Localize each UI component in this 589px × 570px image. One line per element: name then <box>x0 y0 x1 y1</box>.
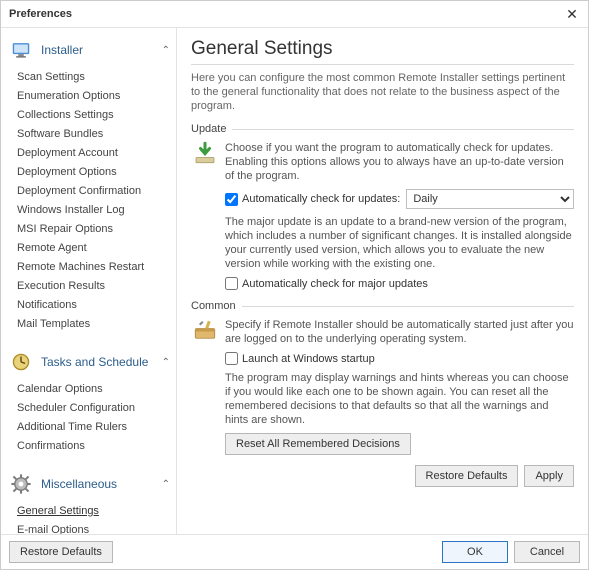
sidebar-item-remote-machines-restart[interactable]: Remote Machines Restart <box>15 258 176 277</box>
download-icon <box>193 141 217 165</box>
sidebar-item-deployment-options[interactable]: Deployment Options <box>15 163 176 182</box>
sidebar-item-additional-time-rulers[interactable]: Additional Time Rulers <box>15 418 176 437</box>
sidebar-item-remote-agent[interactable]: Remote Agent <box>15 239 176 258</box>
sidebar-items-installer: Scan Settings Enumeration Options Collec… <box>1 66 176 338</box>
group-common: Common Specify if Remote Installer shoul… <box>191 300 574 455</box>
launch-startup-checkbox[interactable] <box>225 352 238 365</box>
sidebar-item-msi-repair-options[interactable]: MSI Repair Options <box>15 220 176 239</box>
sidebar-header-misc[interactable]: Miscellaneous ⌃ <box>1 466 176 500</box>
sidebar-item-scheduler-configuration[interactable]: Scheduler Configuration <box>15 399 176 418</box>
page-intro: Here you can configure the most common R… <box>191 71 574 113</box>
cancel-button[interactable]: Cancel <box>514 541 580 563</box>
sidebar-section-installer: Installer ⌃ Scan Settings Enumeration Op… <box>1 32 176 338</box>
sidebar-items-tasks: Calendar Options Scheduler Configuration… <box>1 378 176 460</box>
sidebar-item-general-settings[interactable]: General Settings <box>15 502 176 521</box>
sidebar-section-misc: Miscellaneous ⌃ General Settings E-mail … <box>1 466 176 534</box>
sidebar-item-software-bundles[interactable]: Software Bundles <box>15 125 176 144</box>
sidebar-item-collections-settings[interactable]: Collections Settings <box>15 106 176 125</box>
warnings-desc: The program may display warnings and hin… <box>225 371 574 427</box>
sidebar-item-notifications[interactable]: Notifications <box>15 296 176 315</box>
reset-decisions-button[interactable]: Reset All Remembered Decisions <box>225 433 411 455</box>
sidebar-header-label: Installer <box>41 43 162 57</box>
auto-check-major-label: Automatically check for major updates <box>242 278 428 290</box>
group-title-label: Common <box>191 300 236 312</box>
divider <box>242 306 574 307</box>
sidebar-item-enumeration-options[interactable]: Enumeration Options <box>15 87 176 106</box>
tools-icon <box>193 318 217 342</box>
sidebar-item-windows-installer-log[interactable]: Windows Installer Log <box>15 201 176 220</box>
close-icon[interactable]: ✕ <box>562 6 582 23</box>
main-panel: General Settings Here you can configure … <box>177 28 588 534</box>
preferences-window: Preferences ✕ Installer ⌃ Scan Settings … <box>0 0 589 570</box>
window-body: Installer ⌃ Scan Settings Enumeration Op… <box>1 28 588 534</box>
sidebar-section-tasks: Tasks and Schedule ⌃ Calendar Options Sc… <box>1 344 176 460</box>
sidebar-item-email-options[interactable]: E-mail Options <box>15 521 176 534</box>
window-title: Preferences <box>9 8 72 20</box>
chevron-up-icon: ⌃ <box>162 357 170 368</box>
page-title: General Settings <box>191 38 574 65</box>
installer-icon <box>9 38 33 62</box>
auto-major-row: Automatically check for major updates <box>225 277 574 290</box>
restore-defaults-button[interactable]: Restore Defaults <box>415 465 519 487</box>
content: General Settings Here you can configure … <box>177 28 588 534</box>
sidebar-item-deployment-confirmation[interactable]: Deployment Confirmation <box>15 182 176 201</box>
sidebar-item-mail-templates[interactable]: Mail Templates <box>15 315 176 334</box>
group-intro-update: Choose if you want the program to automa… <box>225 141 574 183</box>
footer: Restore Defaults OK Cancel <box>1 535 588 569</box>
sidebar-header-installer[interactable]: Installer ⌃ <box>1 32 176 66</box>
sidebar-header-label: Miscellaneous <box>41 477 162 491</box>
sidebar-restore-defaults-button[interactable]: Restore Defaults <box>9 541 113 563</box>
sidebar: Installer ⌃ Scan Settings Enumeration Op… <box>1 28 177 534</box>
sidebar-item-confirmations[interactable]: Confirmations <box>15 437 176 456</box>
apply-button[interactable]: Apply <box>524 465 574 487</box>
group-title-label: Update <box>191 123 226 135</box>
chevron-up-icon: ⌃ <box>162 479 170 490</box>
divider <box>232 129 574 130</box>
ok-button[interactable]: OK <box>442 541 508 563</box>
clock-icon <box>9 350 33 374</box>
auto-check-row: Automatically check for updates: Daily W… <box>225 189 574 209</box>
group-title-update: Update <box>191 123 574 135</box>
content-buttons: Restore Defaults Apply <box>191 465 574 487</box>
auto-check-updates-label: Automatically check for updates: <box>242 193 400 205</box>
sidebar-item-scan-settings[interactable]: Scan Settings <box>15 68 176 87</box>
sidebar-item-deployment-account[interactable]: Deployment Account <box>15 144 176 163</box>
sidebar-items-misc: General Settings E-mail Options Program … <box>1 500 176 534</box>
auto-check-major-checkbox[interactable] <box>225 277 238 290</box>
group-title-common: Common <box>191 300 574 312</box>
sidebar-item-calendar-options[interactable]: Calendar Options <box>15 380 176 399</box>
launch-startup-row: Launch at Windows startup <box>225 352 574 365</box>
sidebar-item-execution-results[interactable]: Execution Results <box>15 277 176 296</box>
group-intro-common: Specify if Remote Installer should be au… <box>225 318 574 346</box>
launch-startup-label: Launch at Windows startup <box>242 353 375 365</box>
titlebar: Preferences ✕ <box>1 1 588 28</box>
sidebar-header-tasks[interactable]: Tasks and Schedule ⌃ <box>1 344 176 378</box>
chevron-up-icon: ⌃ <box>162 45 170 56</box>
gear-icon <box>9 472 33 496</box>
auto-check-updates-checkbox[interactable] <box>225 193 238 206</box>
sidebar-header-label: Tasks and Schedule <box>41 355 162 369</box>
update-interval-select[interactable]: Daily Weekly Monthly <box>406 189 574 209</box>
group-update: Update Choose if you want the program to… <box>191 123 574 290</box>
major-update-desc: The major update is an update to a brand… <box>225 215 574 271</box>
